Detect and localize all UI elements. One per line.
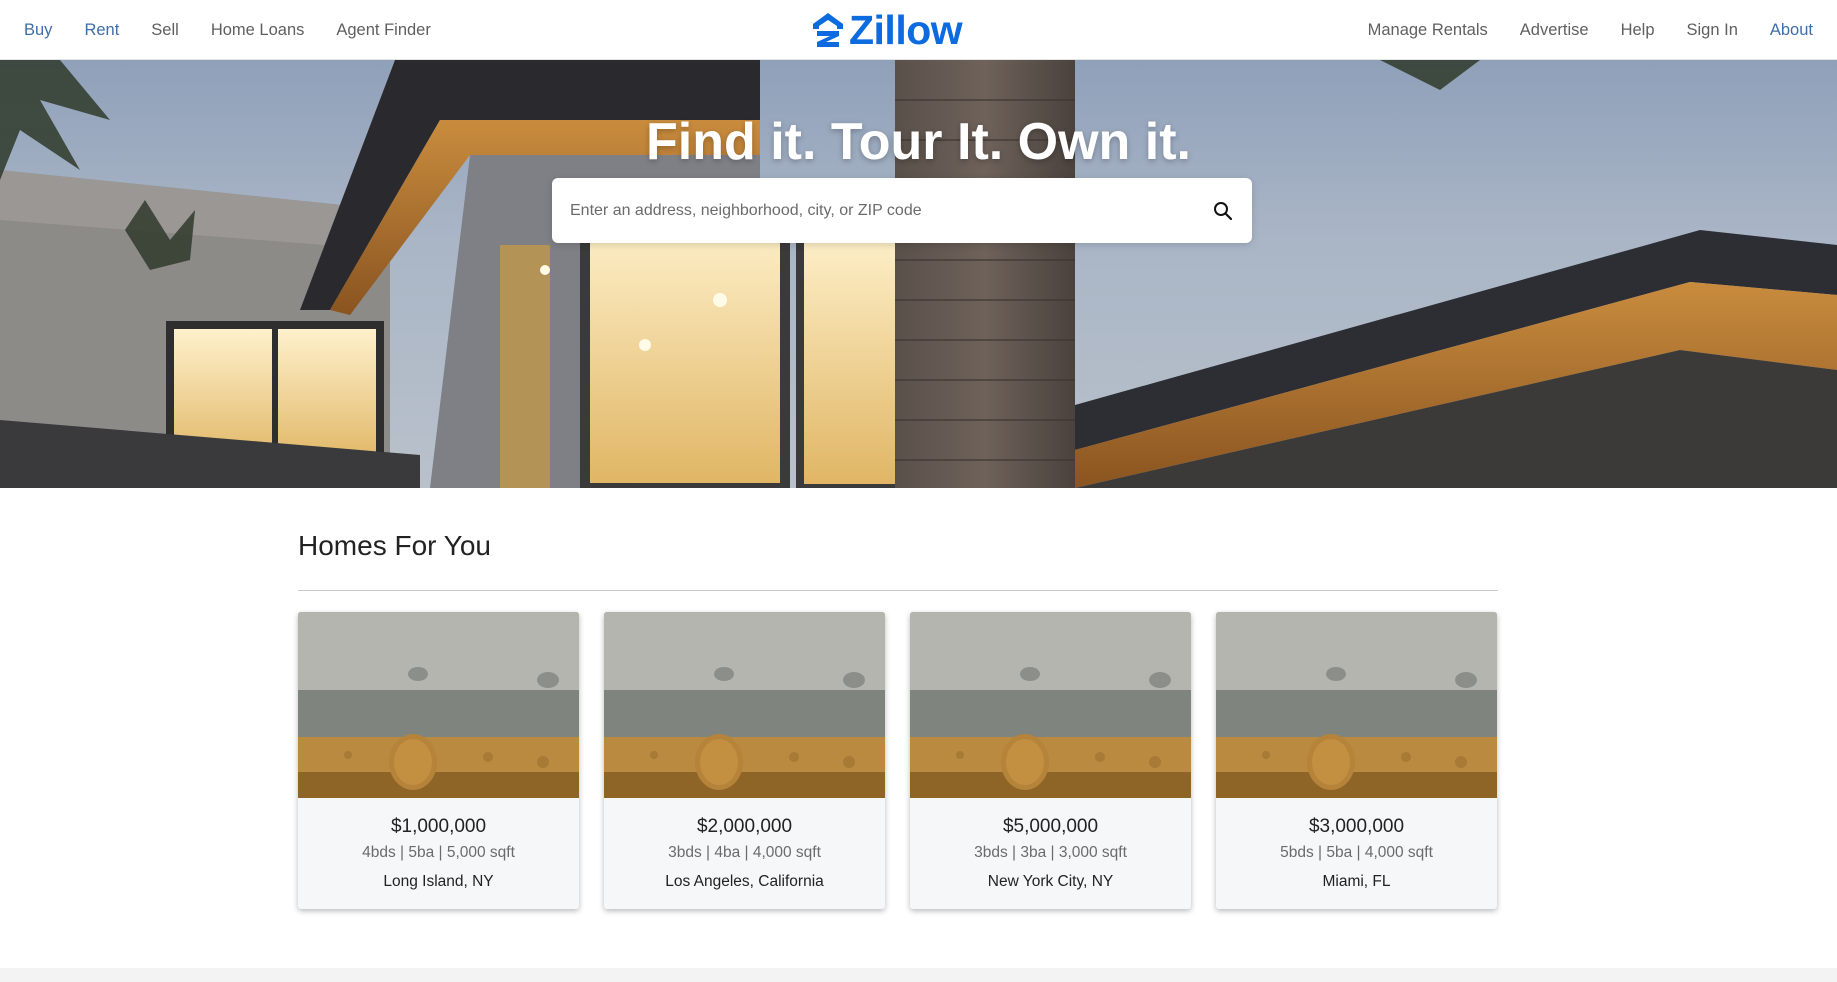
zillow-logo[interactable]: Zillow — [811, 7, 963, 53]
section-divider — [298, 590, 1498, 591]
listing-specs: 5bds | 5ba | 4,000 sqft — [1280, 844, 1433, 861]
top-nav: Buy Rent Sell Home Loans Agent Finder Zi… — [0, 0, 1837, 60]
listing-photo — [298, 612, 579, 798]
listing-card[interactable]: $1,000,000 4bds | 5ba | 5,000 sqft Long … — [298, 612, 579, 909]
hero-banner: Find it. Tour It. Own it. — [0, 60, 1837, 488]
nav-sell[interactable]: Sell — [151, 21, 179, 40]
nav-rent[interactable]: Rent — [84, 21, 119, 40]
logo-text: Zillow — [849, 7, 963, 53]
listing-card[interactable]: $2,000,000 3bds | 4ba | 4,000 sqft Los A… — [604, 612, 885, 909]
nav-sign-in[interactable]: Sign In — [1687, 21, 1738, 40]
listing-specs: 3bds | 4ba | 4,000 sqft — [668, 844, 821, 861]
hero-title: Find it. Tour It. Own it. — [646, 113, 1191, 171]
nav-left-group: Buy Rent Sell Home Loans Agent Finder — [24, 0, 463, 60]
listing-photo — [1216, 612, 1497, 798]
homes-section-title: Homes For You — [298, 530, 491, 561]
nav-buy[interactable]: Buy — [24, 21, 52, 40]
listing-price: $5,000,000 — [1002, 816, 1099, 837]
nav-agent-finder[interactable]: Agent Finder — [336, 21, 430, 40]
nav-home-loans[interactable]: Home Loans — [211, 21, 305, 40]
listing-specs: 4bds | 5ba | 5,000 sqft — [362, 844, 515, 861]
listing-photo — [910, 612, 1191, 798]
search-icon — [1214, 202, 1233, 221]
search-button[interactable] — [1206, 194, 1240, 228]
listing-location: Los Angeles, California — [665, 873, 824, 890]
nav-advertise[interactable]: Advertise — [1520, 21, 1589, 40]
nav-help[interactable]: Help — [1621, 21, 1655, 40]
nav-right-group: Manage Rentals Advertise Help Sign In Ab… — [1336, 0, 1813, 60]
search-input[interactable] — [570, 178, 1180, 243]
nav-manage-rentals[interactable]: Manage Rentals — [1368, 21, 1488, 40]
listing-specs: 3bds | 3ba | 3,000 sqft — [974, 844, 1127, 861]
listing-location: Miami, FL — [1322, 873, 1391, 890]
listing-card[interactable]: $5,000,000 3bds | 3ba | 3,000 sqft New Y… — [910, 612, 1191, 909]
listing-price: $1,000,000 — [390, 816, 487, 837]
listing-photo — [604, 612, 885, 798]
search-bar — [552, 178, 1252, 243]
listing-price: $3,000,000 — [1308, 816, 1405, 837]
listing-location: New York City, NY — [987, 873, 1114, 890]
zillow-house-icon — [813, 13, 843, 47]
listing-price: $2,000,000 — [696, 816, 793, 837]
listing-cards: $1,000,000 4bds | 5ba | 5,000 sqft Long … — [298, 612, 1498, 910]
footer-strip — [0, 968, 1837, 982]
listing-location: Long Island, NY — [383, 873, 494, 890]
listing-card[interactable]: $3,000,000 5bds | 5ba | 4,000 sqft Miami… — [1216, 612, 1497, 909]
nav-about[interactable]: About — [1770, 21, 1813, 40]
